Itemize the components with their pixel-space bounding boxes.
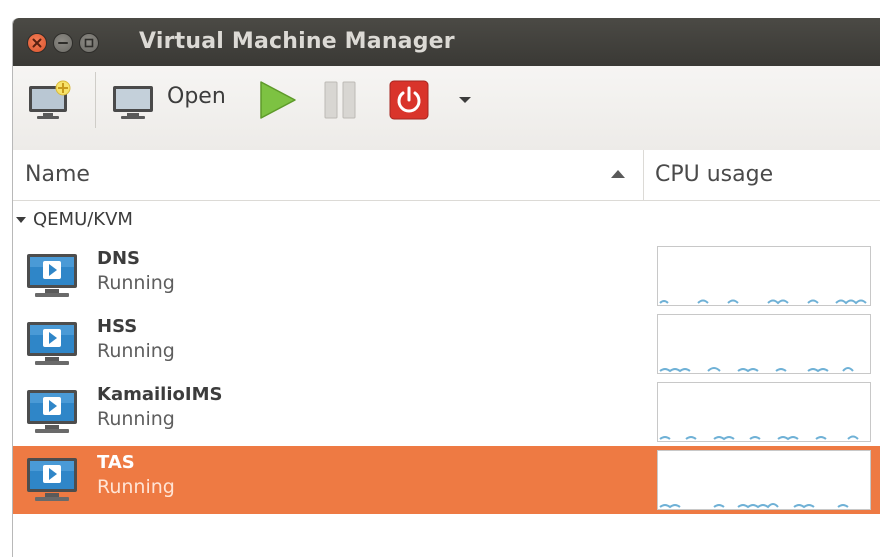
run-button[interactable]	[253, 76, 301, 124]
shutdown-button[interactable]	[385, 76, 433, 124]
close-window-button[interactable]	[27, 33, 47, 53]
cpu-usage-graph	[657, 246, 871, 306]
main-window: Virtual Machine Manager Open Name CPU us…	[12, 18, 880, 557]
column-cpu-header[interactable]: CPU usage	[655, 162, 773, 187]
cpu-usage-graph	[657, 382, 871, 442]
title-bar[interactable]: Virtual Machine Manager	[13, 18, 880, 66]
connection-label: QEMU/KVM	[33, 209, 133, 230]
cpu-usage-graph	[657, 314, 871, 374]
expander-icon[interactable]	[16, 217, 26, 223]
power-icon	[389, 80, 429, 120]
maximize-window-button[interactable]	[79, 33, 99, 53]
sort-ascending-icon[interactable]	[611, 170, 625, 178]
vm-name: TAS	[97, 452, 135, 473]
vm-icon	[25, 318, 81, 374]
vm-status: Running	[97, 476, 175, 498]
maximize-icon	[84, 38, 94, 48]
vm-row-kamailioims[interactable]: KamailioIMS Running	[13, 378, 880, 446]
vm-status: Running	[97, 272, 175, 294]
cpu-usage-graph	[657, 450, 871, 510]
vm-status: Running	[97, 408, 175, 430]
vm-name: DNS	[97, 248, 140, 269]
minimize-icon	[58, 42, 68, 44]
pause-icon	[324, 81, 356, 119]
close-icon	[32, 38, 42, 48]
vm-icon	[25, 454, 81, 510]
shutdown-menu-button[interactable]	[453, 88, 477, 112]
vm-icon	[25, 250, 81, 306]
new-vm-icon	[29, 80, 71, 119]
new-vm-button[interactable]	[23, 76, 75, 124]
vm-icon	[25, 386, 81, 442]
pause-button[interactable]	[319, 76, 363, 124]
vm-name: KamailioIMS	[97, 384, 223, 405]
vm-row-tas[interactable]: TAS Running	[13, 446, 880, 514]
connection-group-row[interactable]: QEMU/KVM	[13, 201, 880, 241]
monitor-icon	[113, 86, 153, 119]
vm-name: HSS	[97, 316, 138, 337]
minimize-window-button[interactable]	[53, 33, 73, 53]
toolbar: Open	[13, 66, 880, 151]
open-label: Open	[167, 84, 226, 109]
chevron-down-icon	[459, 97, 471, 103]
column-separator[interactable]	[643, 150, 644, 200]
window-title: Virtual Machine Manager	[139, 29, 455, 54]
toolbar-separator	[95, 72, 96, 128]
column-name-header[interactable]: Name	[25, 162, 90, 187]
vm-status: Running	[97, 340, 175, 362]
vm-row-dns[interactable]: DNS Running	[13, 242, 880, 310]
column-header: Name CPU usage	[13, 150, 880, 201]
play-icon	[260, 81, 296, 119]
vm-row-hss[interactable]: HSS Running	[13, 310, 880, 378]
